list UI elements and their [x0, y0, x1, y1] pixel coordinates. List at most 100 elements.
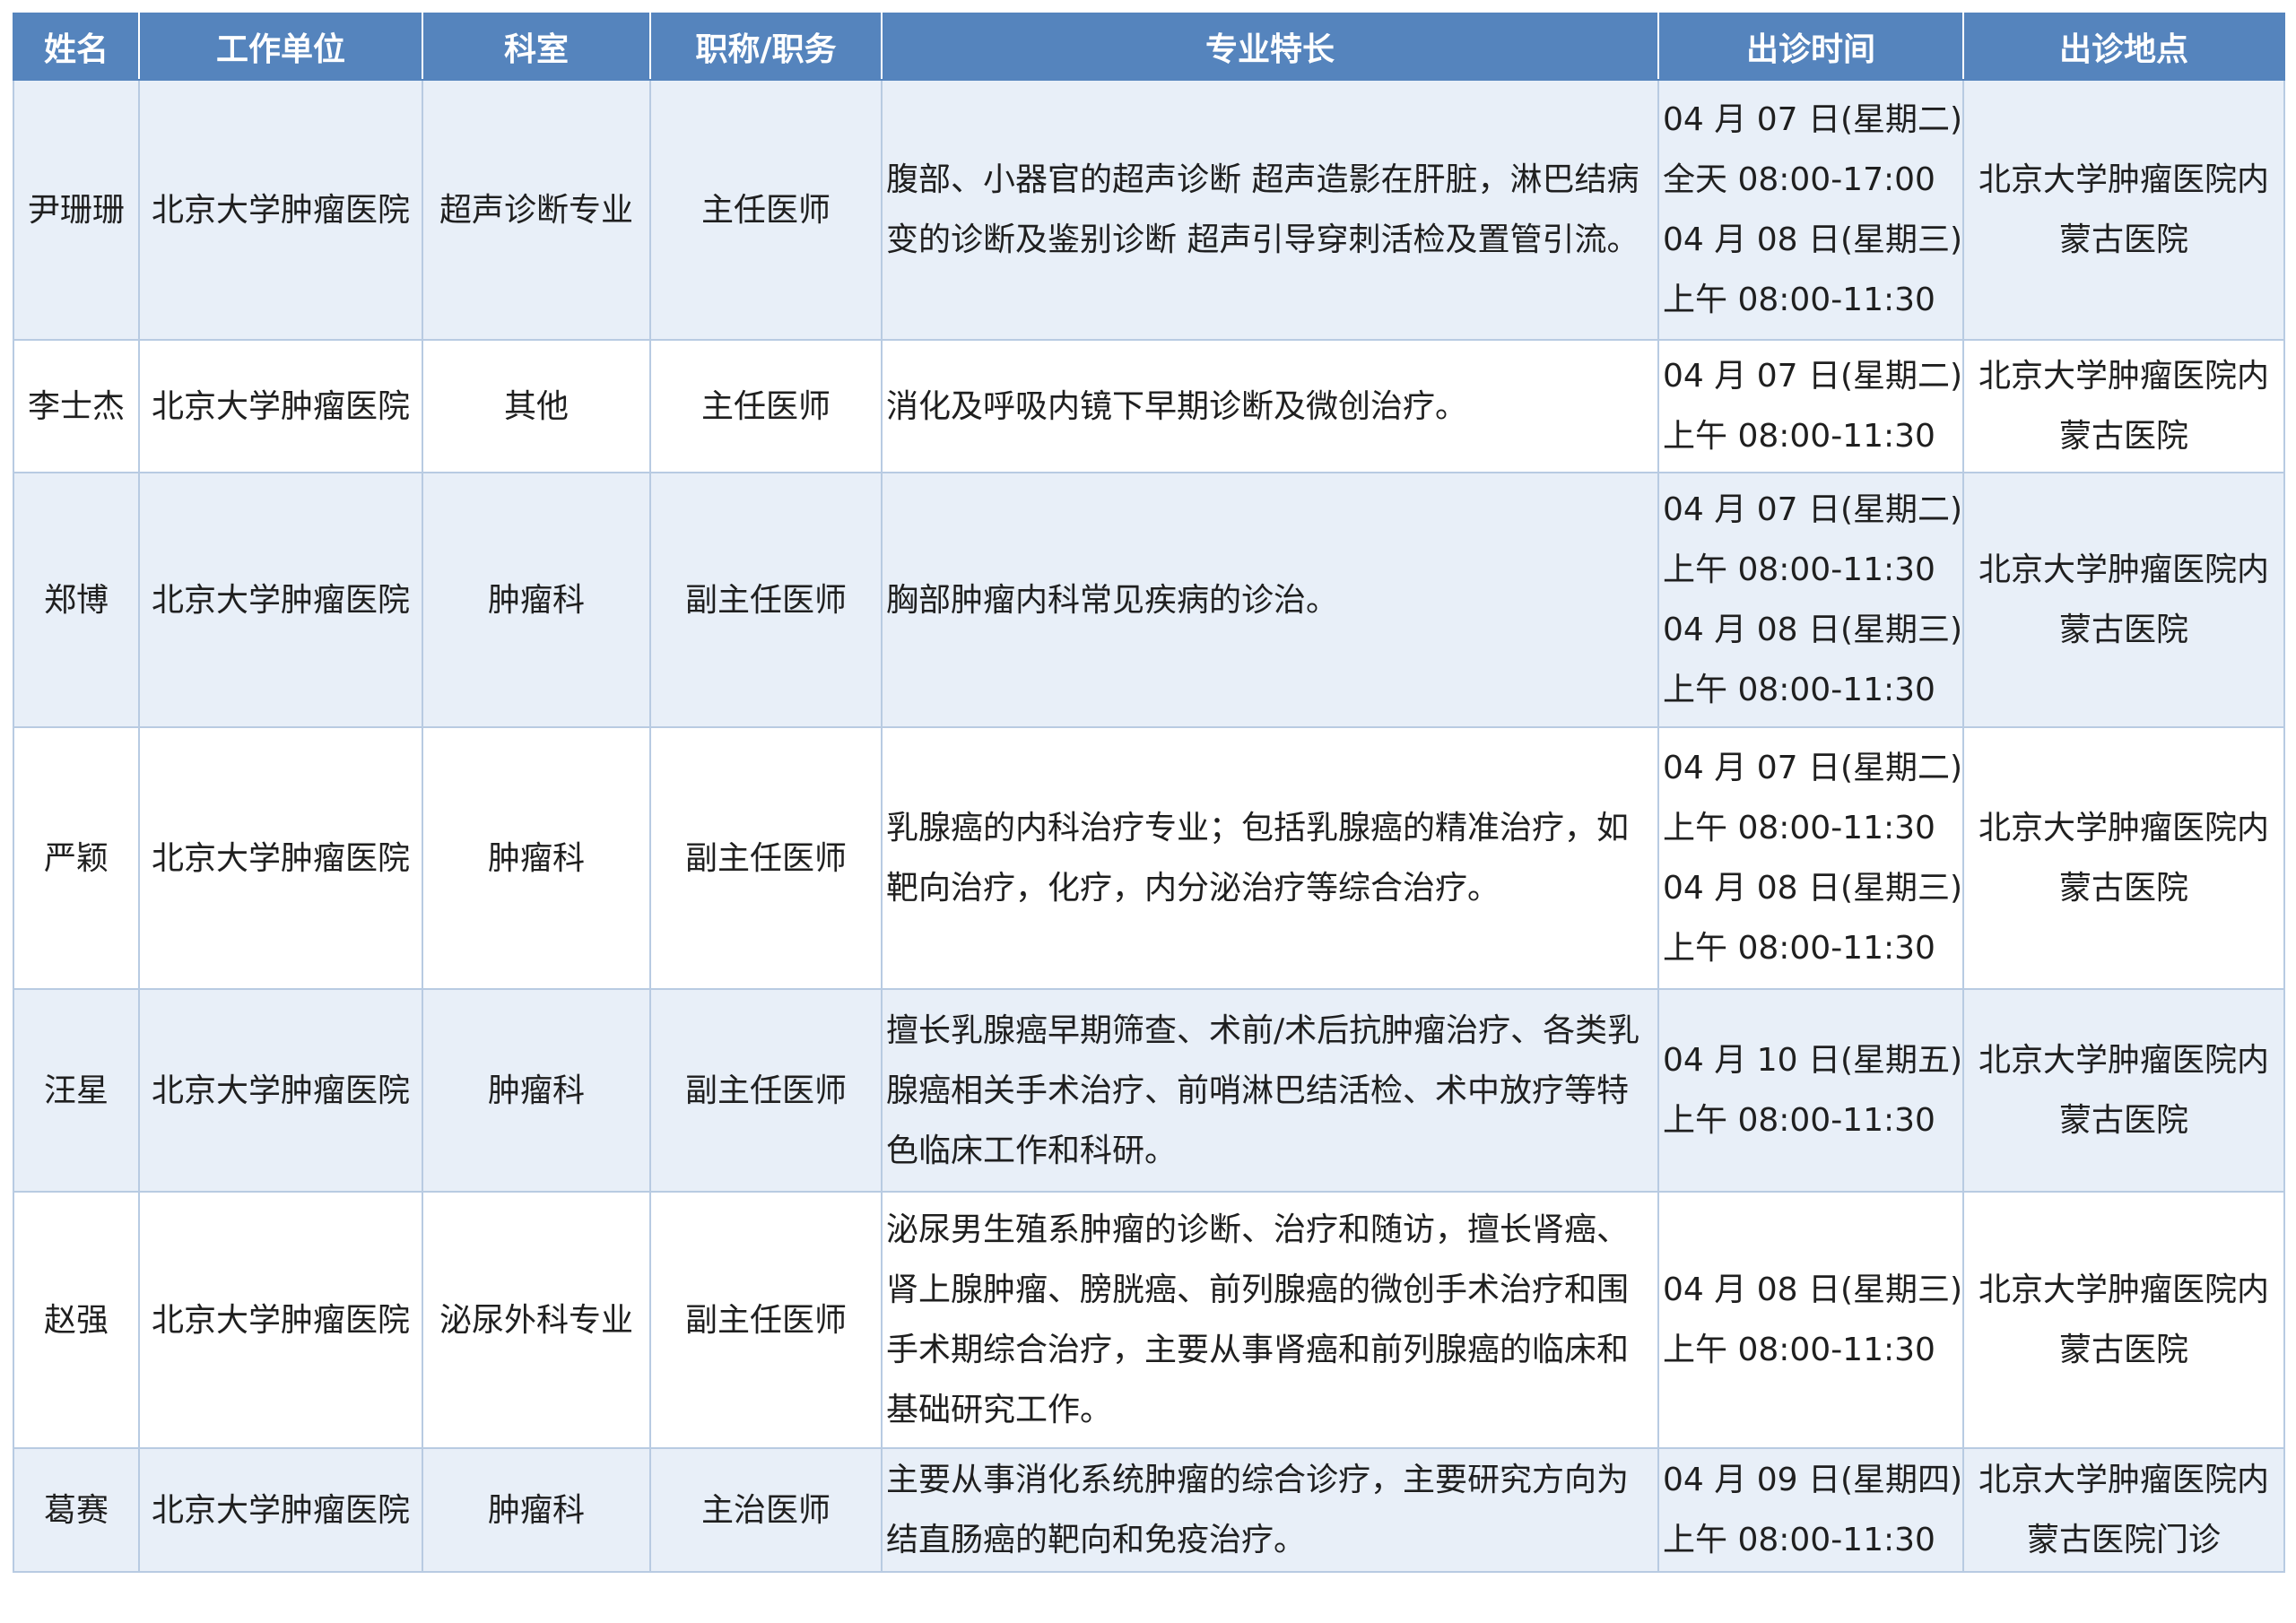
table-row: 严颖 北京大学肿瘤医院 肿瘤科 副主任医师 乳腺癌的内科治疗专业；包括乳腺癌的精准治疗，…	[13, 726, 2285, 990]
cell-specialty-line: 腹部、小器官的超声诊断 超声造影在肝脏，淋巴结病	[886, 161, 1639, 198]
cell-location-line: 蒙古医院	[2058, 1102, 2188, 1139]
cell-time-line: 上午 08:00-11:30	[1663, 810, 1935, 846]
header-time: 出诊时间	[1657, 13, 1964, 81]
cell-specialty-line: 色临床工作和科研。	[886, 1132, 1178, 1169]
cell-org: 北京大学肿瘤医院	[138, 472, 423, 728]
cell-location-line: 蒙古医院	[2058, 221, 2188, 258]
cell-time: 04 月 10 日(星期五) 上午 08:00-11:30	[1657, 988, 1964, 1193]
cell-org: 北京大学肿瘤医院	[138, 79, 423, 341]
cell-location-line: 北京大学肿瘤医院内	[1978, 810, 2269, 846]
table-row: 李士杰 北京大学肿瘤医院 其他 主任医师 消化及呼吸内镜下早期诊断及微创治疗。 04 月 …	[13, 339, 2285, 473]
cell-location: 北京大学肿瘤医院内 蒙古医院	[1962, 1191, 2285, 1449]
cell-specialty-line: 主要从事消化系统肿瘤的综合诊疗，主要研究方向为	[886, 1462, 1630, 1498]
cell-time-line: 04 月 08 日(星期三)	[1663, 612, 1963, 648]
cell-location-line: 北京大学肿瘤医院内	[1978, 1042, 2269, 1079]
cell-time-line: 04 月 07 日(星期二)	[1663, 358, 1963, 395]
cell-time-line: 上午 08:00-11:30	[1663, 672, 1935, 708]
table-row: 郑博 北京大学肿瘤医院 肿瘤科 副主任医师 胸部肿瘤内科常见疾病的诊治。 04 月 07 …	[13, 472, 2285, 728]
cell-specialty-line: 泌尿男生殖系肿瘤的诊断、治疗和随访，擅长肾癌、	[886, 1211, 1630, 1248]
cell-time-line: 上午 08:00-11:30	[1663, 282, 1935, 318]
cell-time-line: 04 月 10 日(星期五)	[1663, 1042, 1963, 1079]
cell-location-line: 北京大学肿瘤医院内	[1978, 358, 2269, 395]
cell-specialty: 乳腺癌的内科治疗专业；包括乳腺癌的精准治疗，如 靶向治疗，化疗，内分泌治疗等综合治…	[881, 726, 1659, 990]
table-row: 尹珊珊 北京大学肿瘤医院 超声诊断专业 主任医师 腹部、小器官的超声诊断 超声造影在肝脏…	[13, 79, 2285, 341]
cell-dept: 泌尿外科专业	[422, 1191, 651, 1449]
cell-specialty: 主要从事消化系统肿瘤的综合诊疗，主要研究方向为 结直肠癌的靶向和免疫治疗。	[881, 1447, 1659, 1573]
cell-time: 04 月 07 日(星期二) 全天 08:00-17:00 04 月 08 日(星期…	[1657, 79, 1964, 341]
cell-dept: 其他	[422, 339, 651, 473]
cell-time-line: 上午 08:00-11:30	[1663, 1102, 1935, 1139]
cell-location-line: 北京大学肿瘤医院内	[1978, 551, 2269, 588]
cell-time-line: 上午 08:00-11:30	[1663, 930, 1935, 967]
schedule-table-container: 姓名 工作单位 科室 职称/职务 专业特长 出诊时间 出诊地点 尹珊珊 北京大学肿…	[13, 13, 2285, 1573]
header-spec: 专业特长	[881, 13, 1659, 81]
table-row: 赵强 北京大学肿瘤医院 泌尿外科专业 副主任医师 泌尿男生殖系肿瘤的诊断、治疗和随访，擅…	[13, 1191, 2285, 1449]
cell-title: 主任医师	[649, 339, 883, 473]
cell-time: 04 月 08 日(星期三) 上午 08:00-11:30	[1657, 1191, 1964, 1449]
cell-time: 04 月 07 日(星期二) 上午 08:00-11:30 04 月 08 日(星期…	[1657, 472, 1964, 728]
cell-specialty-line: 擅长乳腺癌早期筛查、术前/术后抗肿瘤治疗、各类乳	[886, 1011, 1640, 1049]
cell-location-line: 北京大学肿瘤医院内	[1978, 1462, 2269, 1498]
cell-location-line: 蒙古医院	[2058, 612, 2188, 648]
cell-time-line: 04 月 08 日(星期三)	[1663, 870, 1963, 907]
cell-org: 北京大学肿瘤医院	[138, 726, 423, 990]
header-name: 姓名	[13, 13, 140, 81]
table-row: 葛赛 北京大学肿瘤医院 肿瘤科 主治医师 主要从事消化系统肿瘤的综合诊疗，主要研究方向为…	[13, 1447, 2285, 1573]
cell-title: 主治医师	[649, 1447, 883, 1573]
cell-specialty-line: 基础研究工作。	[886, 1392, 1113, 1428]
cell-specialty-line: 手术期综合治疗，主要从事肾癌和前列腺癌的临床和	[886, 1332, 1630, 1368]
cell-time-line: 04 月 08 日(星期三)	[1663, 221, 1963, 258]
header-dept: 科室	[422, 13, 651, 81]
cell-name: 严颖	[13, 726, 140, 990]
cell-name: 尹珊珊	[13, 79, 140, 341]
cell-dept: 肿瘤科	[422, 988, 651, 1193]
cell-title: 主任医师	[649, 79, 883, 341]
cell-org: 北京大学肿瘤医院	[138, 1447, 423, 1573]
cell-specialty: 擅长乳腺癌早期筛查、术前/术后抗肿瘤治疗、各类乳 腺癌相关手术治疗、前哨淋巴结活检…	[881, 988, 1659, 1193]
cell-dept: 超声诊断专业	[422, 79, 651, 341]
header-org: 工作单位	[138, 13, 423, 81]
cell-location: 北京大学肿瘤医院内 蒙古医院门诊	[1962, 1447, 2285, 1573]
cell-org: 北京大学肿瘤医院	[138, 988, 423, 1193]
cell-specialty-line: 腺癌相关手术治疗、前哨淋巴结活检、术中放疗等特	[886, 1072, 1630, 1109]
cell-location: 北京大学肿瘤医院内 蒙古医院	[1962, 339, 2285, 473]
cell-location: 北京大学肿瘤医院内 蒙古医院	[1962, 988, 2285, 1193]
cell-time-line: 上午 08:00-11:30	[1663, 418, 1935, 455]
cell-location: 北京大学肿瘤医院内 蒙古医院	[1962, 726, 2285, 990]
cell-title: 副主任医师	[649, 472, 883, 728]
cell-org: 北京大学肿瘤医院	[138, 339, 423, 473]
cell-specialty-line: 胸部肿瘤内科常见疾病的诊治。	[886, 581, 1339, 619]
doctor-schedule-table: 姓名 工作单位 科室 职称/职务 专业特长 出诊时间 出诊地点 尹珊珊 北京大学肿…	[13, 13, 2285, 1573]
cell-time-line: 上午 08:00-11:30	[1663, 1522, 1935, 1558]
cell-specialty-line: 乳腺癌的内科治疗专业；包括乳腺癌的精准治疗，如	[886, 810, 1630, 846]
cell-time-line: 04 月 07 日(星期二)	[1663, 491, 1963, 528]
cell-specialty: 胸部肿瘤内科常见疾病的诊治。	[881, 472, 1659, 728]
cell-specialty: 腹部、小器官的超声诊断 超声造影在肝脏，淋巴结病 变的诊断及鉴别诊断 超声引导穿刺…	[881, 79, 1659, 341]
cell-time-line: 04 月 07 日(星期二)	[1663, 750, 1963, 786]
cell-dept: 肿瘤科	[422, 1447, 651, 1573]
cell-specialty: 泌尿男生殖系肿瘤的诊断、治疗和随访，擅长肾癌、 肾上腺肿瘤、膀胱癌、前列腺癌的微创…	[881, 1191, 1659, 1449]
cell-org: 北京大学肿瘤医院	[138, 1191, 423, 1449]
cell-location-line: 蒙古医院	[2058, 870, 2188, 907]
cell-title: 副主任医师	[649, 726, 883, 990]
cell-specialty-line: 变的诊断及鉴别诊断 超声引导穿刺活检及置管引流。	[886, 221, 1639, 258]
cell-specialty: 消化及呼吸内镜下早期诊断及微创治疗。	[881, 339, 1659, 473]
cell-dept: 肿瘤科	[422, 726, 651, 990]
cell-location-line: 蒙古医院	[2058, 1332, 2188, 1368]
cell-specialty-line: 靶向治疗，化疗，内分泌治疗等综合治疗。	[886, 870, 1500, 907]
cell-time-line: 04 月 07 日(星期二)	[1663, 101, 1963, 138]
cell-time-line: 04 月 08 日(星期三)	[1663, 1271, 1963, 1308]
cell-title: 副主任医师	[649, 988, 883, 1193]
cell-location: 北京大学肿瘤医院内 蒙古医院	[1962, 79, 2285, 341]
cell-time-line: 04 月 09 日(星期四)	[1663, 1462, 1963, 1498]
cell-location: 北京大学肿瘤医院内 蒙古医院	[1962, 472, 2285, 728]
cell-time-line: 上午 08:00-11:30	[1663, 1332, 1935, 1368]
cell-name: 葛赛	[13, 1447, 140, 1573]
header-title: 职称/职务	[649, 13, 883, 81]
cell-time-line: 上午 08:00-11:30	[1663, 551, 1935, 588]
cell-specialty-line: 消化及呼吸内镜下早期诊断及微创治疗。	[886, 387, 1468, 425]
cell-name: 赵强	[13, 1191, 140, 1449]
cell-location-line: 蒙古医院门诊	[2026, 1522, 2221, 1558]
cell-name: 汪星	[13, 988, 140, 1193]
cell-time: 04 月 09 日(星期四) 上午 08:00-11:30	[1657, 1447, 1964, 1573]
